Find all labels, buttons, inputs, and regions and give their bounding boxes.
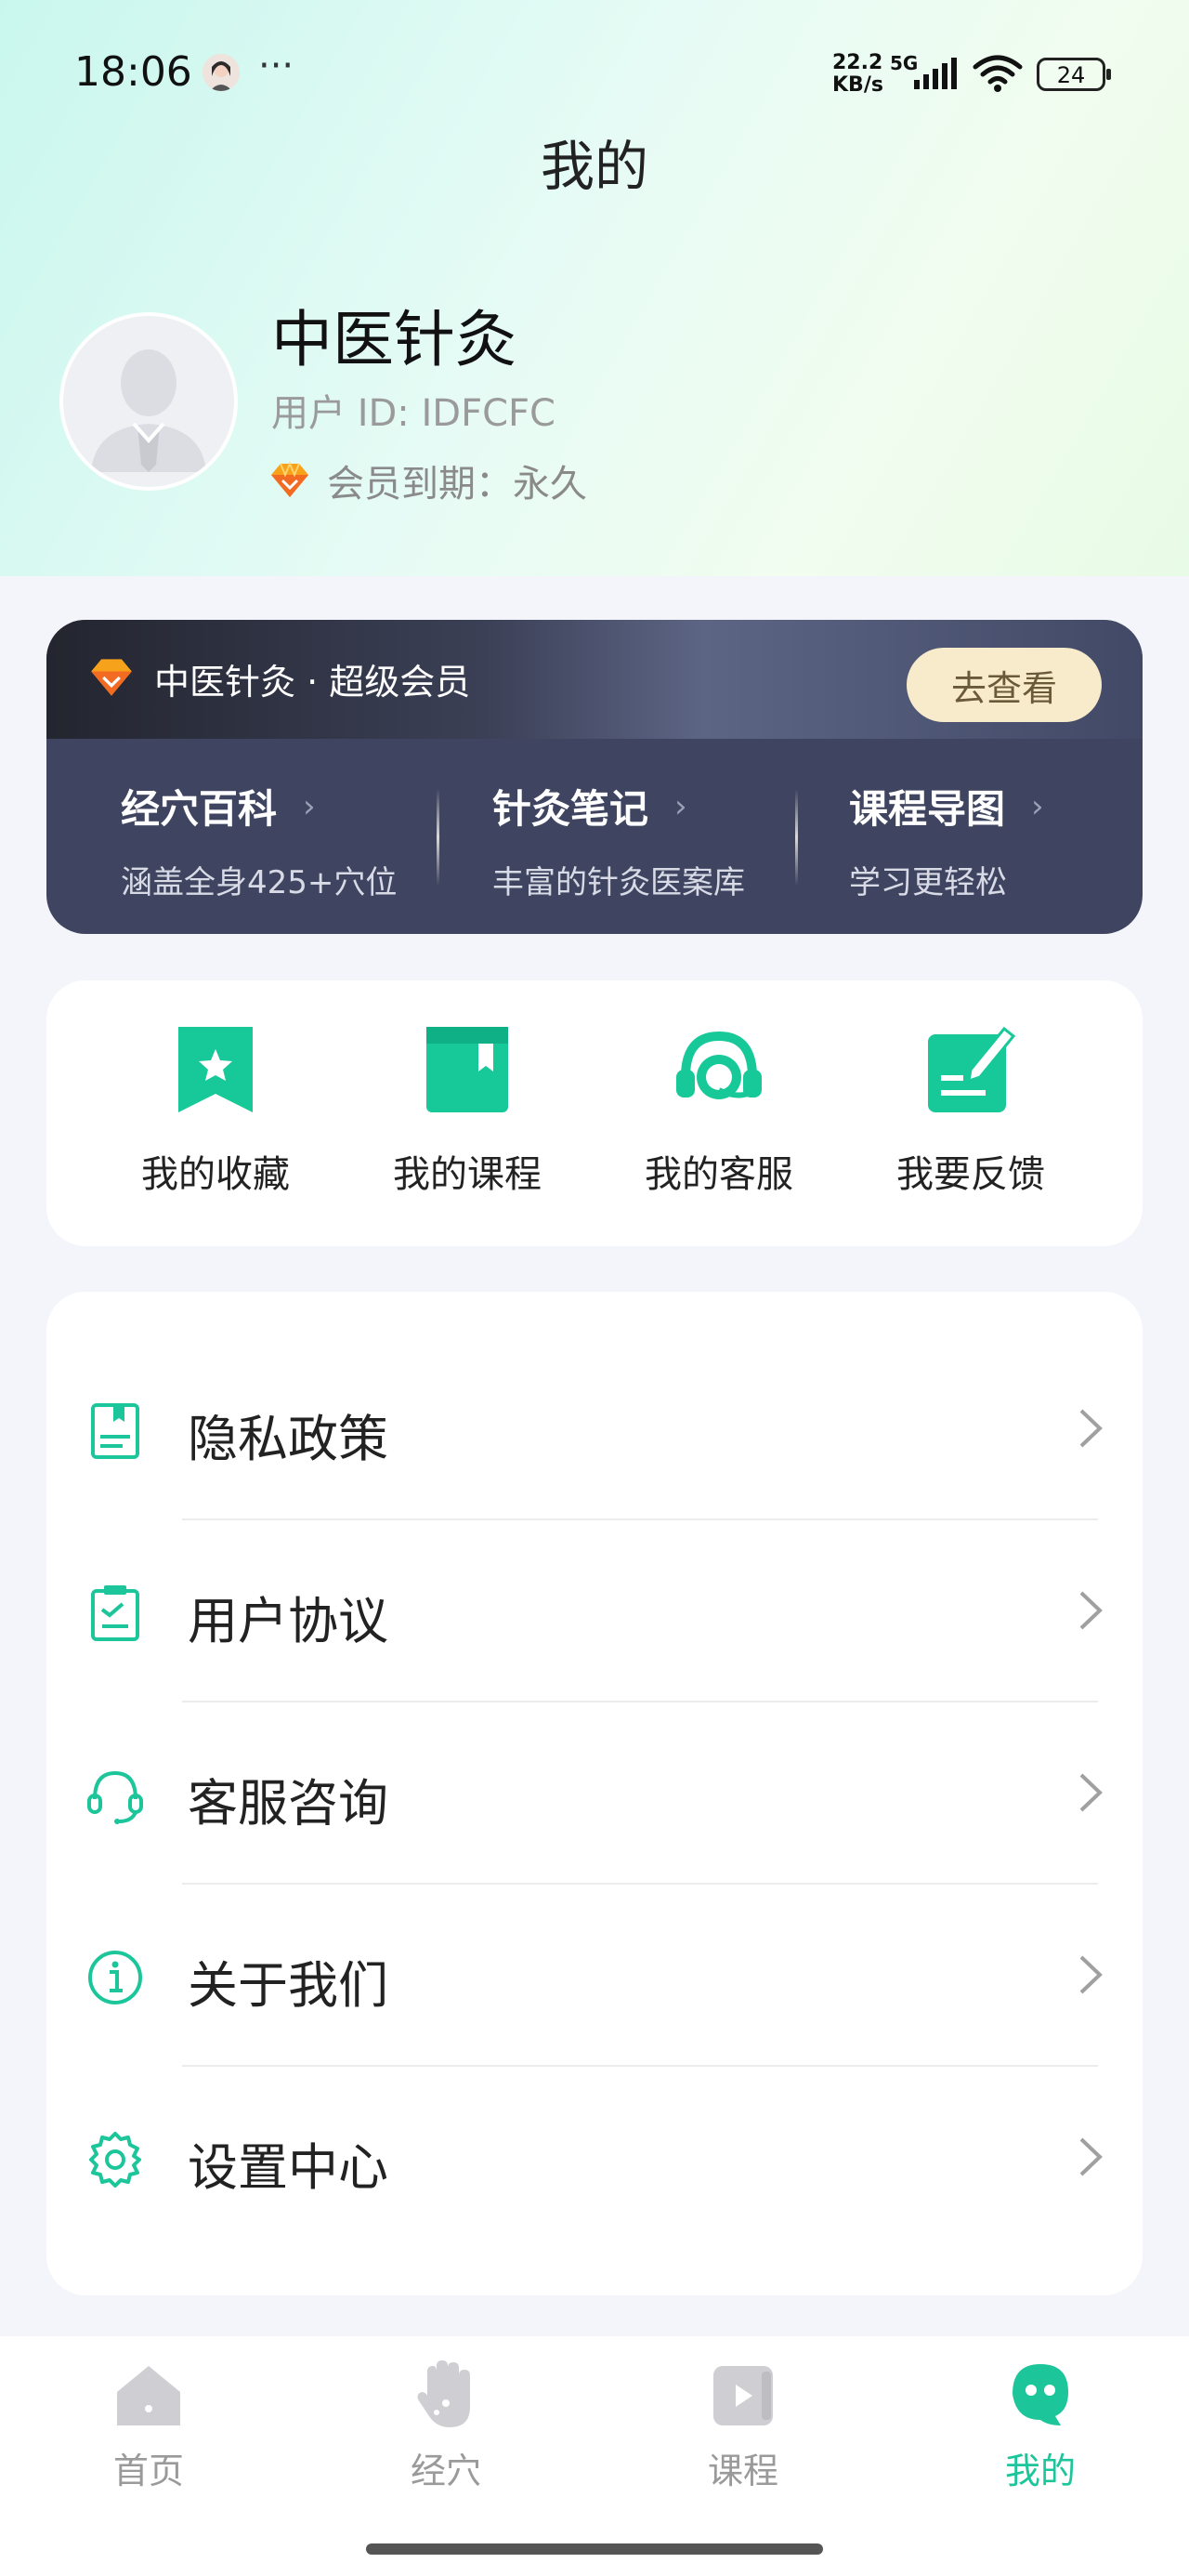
chevron-right-icon: › (1031, 787, 1044, 825)
menu-item-label: 用户协议 (188, 1592, 388, 1650)
signal-icon (912, 58, 959, 95)
membership-expiry: 会员到期：永久 (327, 463, 587, 506)
checklist-icon (91, 1585, 139, 1641)
tab-mine[interactable]: 我的 (947, 2359, 1133, 2493)
document-icon (91, 1403, 139, 1459)
vip-feature-title: 课程导图 (849, 786, 1006, 832)
chevron-right-icon (1079, 1409, 1103, 1448)
menu-item-label: 关于我们 (188, 1956, 388, 2015)
bottom-tab-bar: 首页 经穴 课程 我的 (0, 2336, 1189, 2576)
vip-divider (795, 789, 798, 886)
status-time: 18:06 (74, 48, 192, 96)
vip-feature-title: 经穴百科 (121, 786, 278, 832)
battery-icon: 24 (1037, 58, 1111, 91)
menu-item-privacy[interactable]: 隐私政策 (46, 1336, 1143, 1518)
vip-feature-notes[interactable]: 针灸笔记 › 丰富的针灸医案库 (492, 778, 745, 902)
user-id: 用户 ID: IDFCFC (271, 392, 555, 435)
quick-action-label: 我的客服 (645, 1153, 793, 1196)
chevron-right-icon (1079, 1773, 1103, 1812)
status-avatar-icon (203, 54, 240, 91)
headset-icon (676, 1031, 762, 1099)
menu-item-label: 客服咨询 (188, 1774, 388, 1833)
net-speed-value: 22.2 (832, 51, 883, 74)
tab-courses[interactable]: 课程 (650, 2359, 836, 2493)
profile-name: 中医针灸 (271, 304, 516, 375)
chevron-right-icon (1079, 2137, 1103, 2176)
tab-acupoints[interactable]: 经穴 (353, 2359, 539, 2493)
vip-title: 中医针灸 · 超级会员 (154, 662, 471, 703)
bookmark-star-icon (178, 1027, 253, 1112)
vip-divider (437, 789, 439, 886)
vip-feature-subtitle: 涵盖全身425+穴位 (121, 864, 398, 901)
tab-label: 课程 (707, 2451, 778, 2491)
tab-label: 经穴 (410, 2451, 481, 2491)
menu-item-label: 隐私政策 (188, 1410, 388, 1468)
avatar[interactable] (59, 312, 238, 491)
vip-feature-acupoints[interactable]: 经穴百科 › 涵盖全身425+穴位 (121, 778, 397, 902)
settings-gear-icon (89, 2132, 141, 2188)
menu-item-label: 设置中心 (188, 2138, 388, 2197)
page-title: 我的 (540, 135, 648, 198)
feedback-pen-icon (928, 1026, 1016, 1112)
vip-card[interactable]: 中医针灸 · 超级会员 去查看 经穴百科 › 涵盖全身425+穴位 针灸笔记 › 丰… (46, 620, 1143, 934)
vip-diamond-icon (91, 659, 132, 696)
battery-level: 24 (1056, 62, 1086, 88)
hand-acupoint-icon (417, 2360, 470, 2427)
diamond-icon (271, 462, 308, 497)
vip-feature-course-map[interactable]: 课程导图 › 学习更轻松 (849, 778, 1044, 902)
vip-feature-title: 针灸笔记 (492, 786, 649, 832)
quick-action-courses[interactable]: 我的课程 (374, 1023, 560, 1198)
net-speed-unit: KB/s (832, 73, 883, 97)
quick-action-label: 我的收藏 (141, 1153, 290, 1196)
book-icon (426, 1027, 508, 1112)
tab-label: 首页 (112, 2451, 184, 2491)
vip-view-button[interactable]: 去查看 (907, 648, 1102, 722)
video-play-icon (713, 2366, 773, 2425)
menu-item-customer-service[interactable]: 客服咨询 (46, 1701, 1143, 1883)
menu-list: 隐私政策 用户协议 客服咨询 关于我们 设置中心 (46, 1292, 1143, 2295)
chevron-right-icon (1079, 1955, 1103, 1994)
info-icon (88, 1951, 142, 2004)
status-more-icon: ··· (258, 45, 294, 87)
quick-action-label: 我要反馈 (896, 1153, 1045, 1196)
vip-feature-subtitle: 丰富的针灸医案库 (492, 864, 745, 901)
menu-item-about[interactable]: 关于我们 (46, 1883, 1143, 2065)
tab-home[interactable]: 首页 (56, 2359, 242, 2493)
menu-item-user-agreement[interactable]: 用户协议 (46, 1518, 1143, 1701)
quick-actions-card: 我的收藏 我的课程 我的客服 我要反馈 (46, 980, 1143, 1246)
home-icon (117, 2366, 180, 2425)
chevron-right-icon: › (674, 787, 687, 825)
home-indicator[interactable] (366, 2543, 823, 2555)
menu-item-settings[interactable]: 设置中心 (46, 2065, 1143, 2247)
ghost-profile-icon (1013, 2364, 1068, 2425)
net-speed: 22.2 KB/s (832, 52, 883, 97)
chevron-right-icon (1079, 1591, 1103, 1630)
quick-action-label: 我的课程 (393, 1153, 542, 1196)
quick-action-support[interactable]: 我的客服 (626, 1023, 812, 1198)
vip-feature-subtitle: 学习更轻松 (849, 864, 1007, 901)
chevron-right-icon: › (303, 787, 316, 825)
membership-row: 会员到期：永久 (269, 453, 587, 507)
wifi-icon (972, 54, 1024, 97)
headset-icon (87, 1770, 143, 1824)
quick-action-favorites[interactable]: 我的收藏 (123, 1023, 308, 1198)
quick-action-feedback[interactable]: 我要反馈 (878, 1023, 1064, 1198)
tab-label: 我的 (1004, 2451, 1076, 2491)
